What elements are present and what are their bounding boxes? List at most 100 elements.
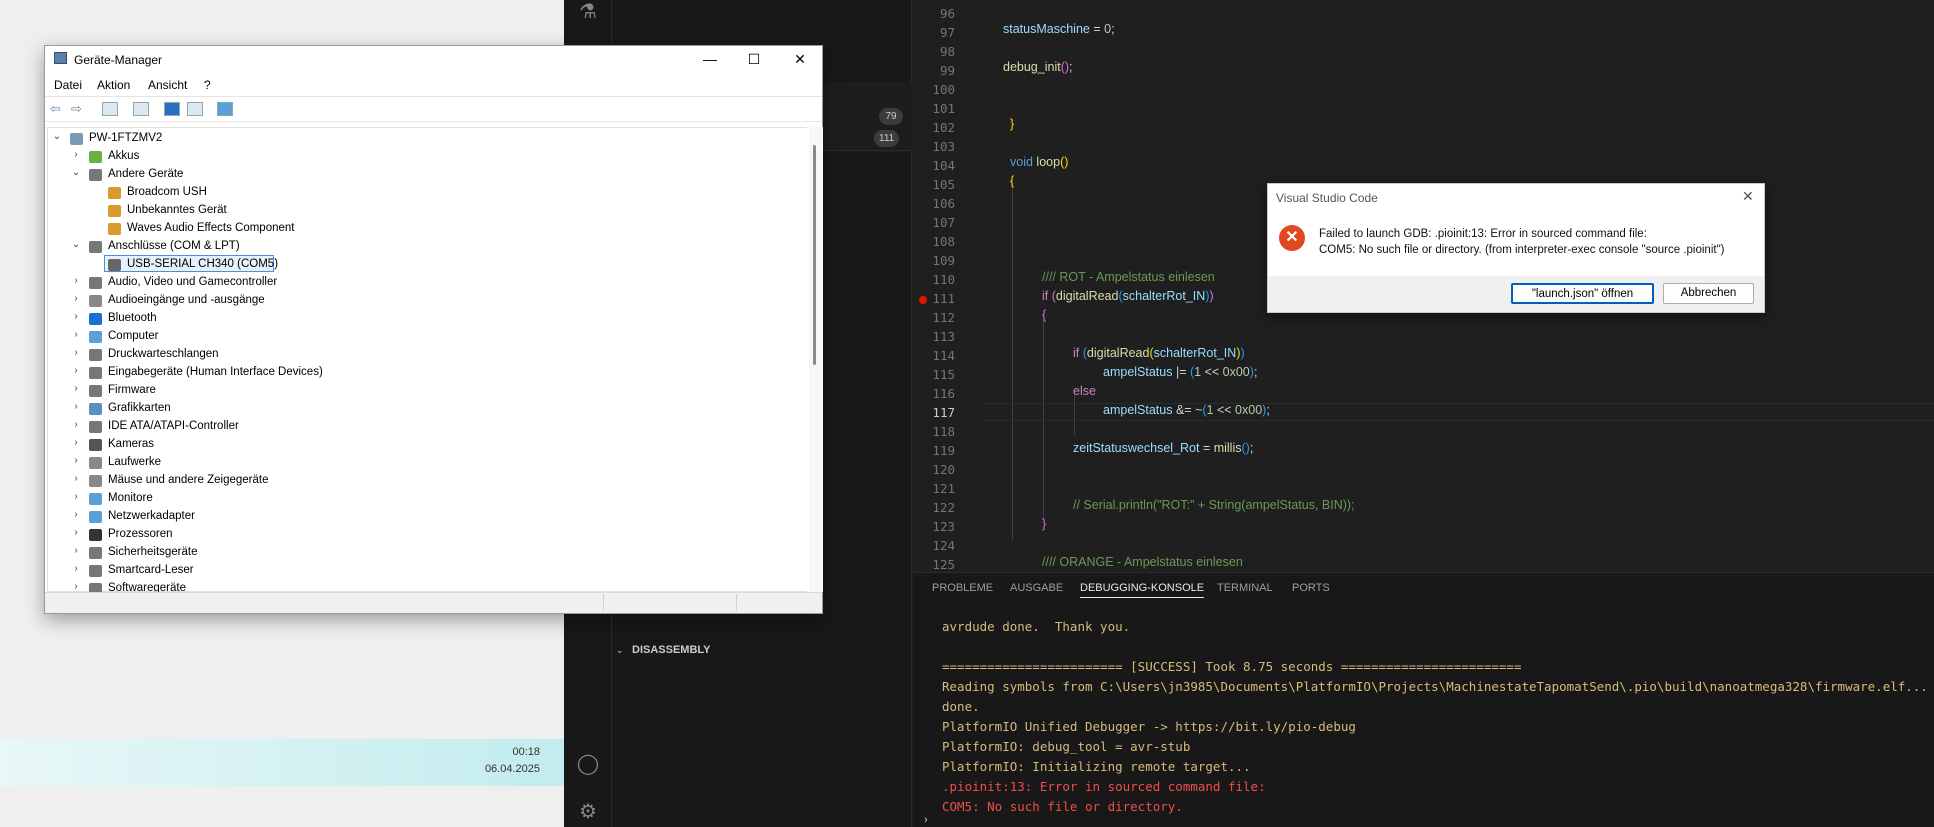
line-number: 118	[932, 424, 955, 439]
chevron-right-icon[interactable]: ›	[71, 401, 81, 412]
tree-category[interactable]: Firmware	[108, 382, 156, 399]
tree-category[interactable]: Audioeingänge und -ausgänge	[108, 292, 265, 309]
chevron-right-icon[interactable]: ›	[71, 473, 81, 484]
view-icon[interactable]	[133, 102, 149, 116]
tree-category[interactable]: Sicherheitsgeräte	[108, 544, 198, 561]
chevron-right-icon[interactable]: ›	[71, 383, 81, 394]
tree-category[interactable]: Anschlüsse (COM & LPT)	[108, 238, 240, 255]
line-number: 108	[932, 234, 955, 249]
tree-device[interactable]: Waves Audio Effects Component	[127, 220, 294, 237]
menu-datei[interactable]: Datei	[54, 78, 82, 92]
tree-device[interactable]: Unbekanntes Gerät	[127, 202, 227, 219]
chevron-down-icon[interactable]: ⌄	[71, 239, 81, 250]
device-category-icon	[89, 313, 102, 325]
device-category-icon	[89, 475, 102, 487]
menu-ansicht[interactable]: Ansicht	[148, 78, 187, 92]
tree-category[interactable]: Druckwarteschlangen	[108, 346, 219, 363]
back-icon[interactable]: ⇦	[50, 101, 61, 117]
close-icon[interactable]: ✕	[780, 48, 820, 70]
chevron-right-icon[interactable]: ›	[71, 149, 81, 160]
breakpoint-icon[interactable]	[919, 296, 927, 304]
update-icon[interactable]	[187, 102, 203, 116]
chevron-right-icon[interactable]: ›	[71, 329, 81, 340]
code-line: ampelStatus &= ~(1 << 0x00);	[1103, 403, 1270, 417]
line-number: 96	[939, 6, 955, 21]
line-number: 116	[932, 386, 955, 401]
scrollbar[interactable]	[809, 127, 823, 592]
chevron-right-icon[interactable]: ›	[71, 527, 81, 538]
line-number: 98	[939, 44, 955, 59]
device-category-icon	[108, 187, 121, 199]
line-number: 117	[932, 405, 955, 420]
tab-ausgabe[interactable]: AUSGABE	[1010, 582, 1063, 594]
tab-probleme[interactable]: PROBLEME	[932, 582, 993, 594]
chevron-right-icon[interactable]: ›	[71, 545, 81, 556]
cancel-button[interactable]: Abbrechen	[1663, 283, 1754, 304]
chevron-right-icon[interactable]: ›	[71, 509, 81, 520]
tree-category[interactable]: Andere Geräte	[108, 166, 183, 183]
forward-icon[interactable]: ⇨	[71, 101, 82, 117]
status-bar	[45, 592, 822, 613]
flask-icon[interactable]: ⚗	[576, 0, 600, 24]
monitor-icon[interactable]	[217, 102, 233, 116]
tree-category[interactable]: Kameras	[108, 436, 154, 453]
chevron-down-icon[interactable]: ⌄	[616, 645, 624, 656]
code-line: statusMaschine = 0;	[1003, 22, 1115, 36]
chevron-right-icon[interactable]: ›	[71, 275, 81, 286]
tree-category[interactable]: Mäuse und andere Zeigegeräte	[108, 472, 268, 489]
chevron-right-icon[interactable]: ›	[71, 419, 81, 430]
line-number: 109	[932, 253, 955, 268]
tab-debug-console[interactable]: DEBUGGING-KONSOLE	[1080, 582, 1205, 598]
line-number: 104	[932, 158, 955, 173]
error-icon: ✕	[1279, 225, 1305, 251]
chevron-right-icon[interactable]: ›	[71, 437, 81, 448]
chevron-right-icon[interactable]: ›	[71, 293, 81, 304]
maximize-icon[interactable]: ☐	[734, 48, 774, 70]
code-line: //// ORANGE - Ampelstatus einlesen	[1042, 555, 1243, 569]
tree-category[interactable]: Akkus	[108, 148, 139, 165]
chevron-right-icon[interactable]: ›	[71, 365, 81, 376]
tree-category[interactable]: Monitore	[108, 490, 153, 507]
tree-category[interactable]: Audio, Video und Gamecontroller	[108, 274, 277, 291]
tab-ports[interactable]: PORTS	[1292, 582, 1330, 594]
tree-root[interactable]: PW-1FTZMV2	[89, 130, 162, 147]
tree-device[interactable]: USB-SERIAL CH340 (COM5)	[127, 256, 278, 273]
tree-category[interactable]: IDE ATA/ATAPI-Controller	[108, 418, 239, 435]
tab-terminal[interactable]: TERMINAL	[1217, 582, 1273, 594]
disassembly-header[interactable]: DISASSEMBLY	[632, 644, 710, 656]
chevron-right-icon[interactable]: ›	[71, 491, 81, 502]
chevron-down-icon[interactable]: ⌄	[52, 131, 62, 142]
chevron-down-icon[interactable]: ⌄	[71, 167, 81, 178]
gear-icon[interactable]: ⚙	[576, 800, 600, 824]
line-number: 123	[932, 519, 955, 534]
help-icon[interactable]	[164, 102, 180, 116]
tree-category[interactable]: Prozessoren	[108, 526, 173, 543]
line-number: 100	[932, 82, 955, 97]
device-category-icon	[89, 421, 102, 433]
chevron-right-icon[interactable]: ›	[71, 455, 81, 466]
chevron-right-icon[interactable]: ›	[71, 581, 81, 592]
properties-icon[interactable]	[102, 102, 118, 116]
tree-category[interactable]: Computer	[108, 328, 159, 345]
line-number: 102	[932, 120, 955, 135]
tree-category[interactable]: Netzwerkadapter	[108, 508, 195, 525]
code-line: // Serial.println("ROT:" + String(ampelS…	[1073, 498, 1355, 512]
tree-category[interactable]: Laufwerke	[108, 454, 161, 471]
chevron-right-icon[interactable]: ›	[71, 311, 81, 322]
open-launch-json-button[interactable]: "launch.json" öffnen	[1511, 283, 1654, 304]
tree-category[interactable]: Grafikkarten	[108, 400, 171, 417]
menu-aktion[interactable]: Aktion	[97, 78, 130, 92]
tree-device[interactable]: Broadcom USH	[127, 184, 207, 201]
minimize-icon[interactable]: —	[690, 48, 730, 70]
tree-category[interactable]: Bluetooth	[108, 310, 157, 327]
close-icon[interactable]: ✕	[1742, 188, 1754, 205]
chevron-right-icon[interactable]: ›	[71, 563, 81, 574]
account-icon[interactable]: ◯	[576, 752, 600, 776]
chevron-right-icon[interactable]: ›	[71, 347, 81, 358]
tree-category[interactable]: Smartcard-Leser	[108, 562, 194, 579]
menu-help[interactable]: ?	[204, 78, 211, 92]
code-line: }	[1042, 517, 1047, 531]
scrollbar-thumb[interactable]	[813, 145, 816, 365]
console-line: ======================== [SUCCESS] Took …	[942, 659, 1522, 674]
tree-category[interactable]: Eingabegeräte (Human Interface Devices)	[108, 364, 323, 381]
